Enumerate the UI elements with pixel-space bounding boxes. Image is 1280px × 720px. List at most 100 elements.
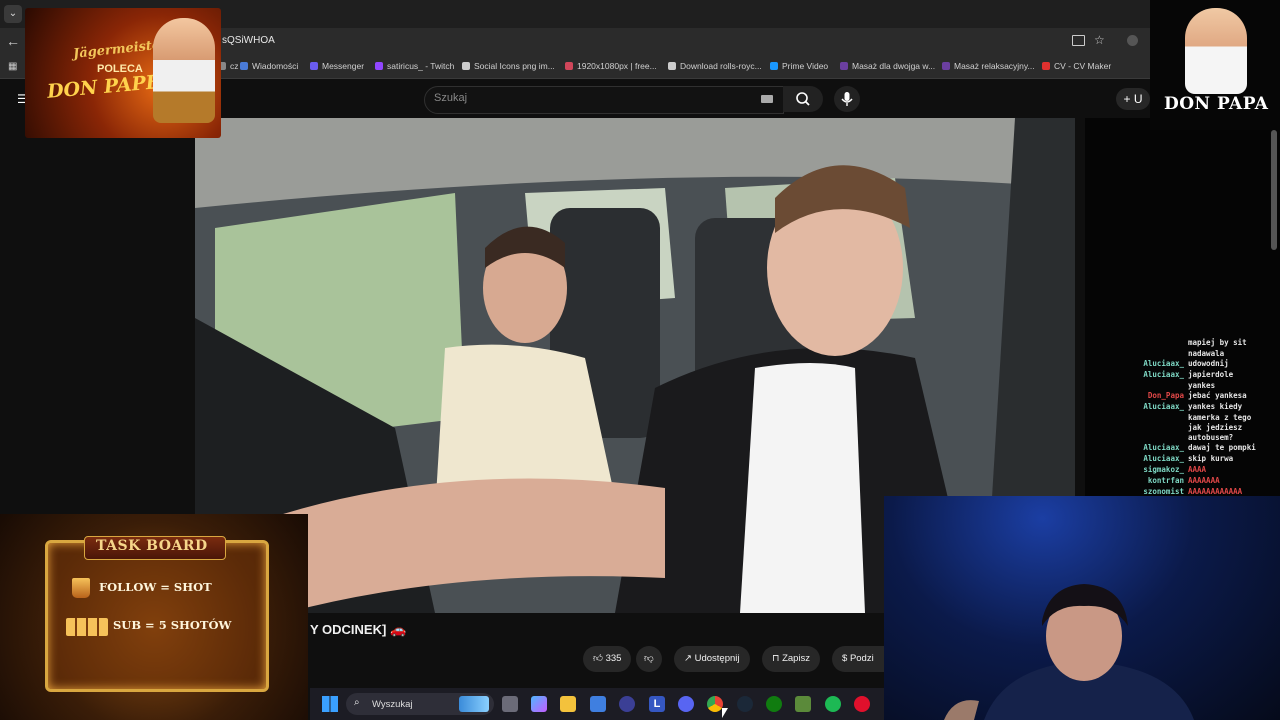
chat-message: yankes bbox=[1128, 381, 1215, 390]
bookmark-favicon-icon bbox=[770, 62, 778, 70]
dislike-button[interactable]: 👎︎ bbox=[636, 646, 662, 672]
promo-line2: DON PAPE bbox=[46, 71, 162, 103]
bookmark-item[interactable]: Social Icons png im... bbox=[462, 61, 555, 71]
task-view-icon[interactable] bbox=[502, 696, 518, 712]
voice-search-button[interactable] bbox=[834, 86, 860, 112]
chat-text: skip kurwa bbox=[1188, 454, 1234, 463]
like-count: 335 bbox=[605, 653, 622, 664]
chrome-icon[interactable] bbox=[707, 696, 723, 712]
chat-username[interactable]: Aluciaax_ bbox=[1128, 454, 1184, 463]
chat-username[interactable]: Aluciaax_ bbox=[1128, 443, 1184, 452]
chat-text: yankes kiedy bbox=[1188, 402, 1243, 411]
search-button[interactable] bbox=[783, 86, 823, 112]
bookmark-item[interactable]: Masaż relaksacyjny... bbox=[942, 61, 1035, 71]
sponsor-overlay: Jägermeister POLECA DON PAPE bbox=[25, 8, 221, 138]
bookmark-label: cz bbox=[230, 61, 239, 71]
save-button[interactable]: ⊓ Zapisz bbox=[762, 646, 821, 672]
chat-text: yankes bbox=[1188, 381, 1216, 390]
chat-message: Aluciaax_ udowodnij bbox=[1128, 359, 1229, 368]
chat-text: udowodnij bbox=[1188, 359, 1229, 368]
search-input[interactable] bbox=[424, 86, 784, 114]
chat-message: nadawala bbox=[1128, 349, 1224, 358]
more-label: Podzi bbox=[849, 653, 874, 664]
search-highlight-icon[interactable] bbox=[459, 696, 489, 712]
task-sub: SUB = 5 SHOTÓW bbox=[113, 618, 232, 632]
bookmark-label: satiricus_ - Twitch bbox=[387, 61, 455, 71]
channel-logo: DON PAPA bbox=[1150, 0, 1280, 130]
opera-icon[interactable] bbox=[854, 696, 870, 712]
bookmark-item[interactable]: Messenger bbox=[310, 61, 364, 71]
tab-search-button[interactable]: ⌄ bbox=[4, 5, 22, 23]
bookmark-favicon-icon bbox=[375, 62, 383, 70]
chat-username[interactable]: Don_Papa bbox=[1128, 391, 1184, 400]
back-arrow-icon[interactable]: ← bbox=[6, 33, 20, 49]
bookmark-label: Masaż dla dwojga w... bbox=[852, 61, 936, 71]
chat-text: AAAA bbox=[1188, 465, 1207, 474]
video-title: Y ODCINEK] 🚗 bbox=[310, 622, 406, 638]
chat-message: szonomist AAAAAAAAAAAA bbox=[1128, 487, 1242, 496]
share-button[interactable]: ↗ Udostępnij bbox=[674, 646, 750, 672]
vpn-icon[interactable] bbox=[619, 696, 635, 712]
spotify-icon[interactable] bbox=[825, 696, 841, 712]
steam-icon[interactable] bbox=[737, 696, 753, 712]
chat-text: kamerka z tego bbox=[1188, 413, 1252, 422]
bookmark-label: CV - CV Maker bbox=[1054, 61, 1112, 71]
bookmark-favicon-icon bbox=[942, 62, 950, 70]
search-placeholder: Szukaj bbox=[434, 92, 468, 104]
bookmark-favicon-icon bbox=[668, 62, 676, 70]
chat-username[interactable]: sigmakoz_ bbox=[1128, 465, 1184, 474]
chat-username[interactable]: Aluciaax_ bbox=[1128, 370, 1184, 379]
taskbar-search-icon: ⌕ bbox=[354, 697, 360, 708]
profile-icon[interactable] bbox=[1127, 35, 1138, 46]
install-app-icon[interactable] bbox=[1072, 35, 1085, 46]
apps-grid-icon[interactable]: ▦ bbox=[8, 61, 17, 72]
task-board-title: TASK BOARD bbox=[96, 538, 208, 554]
task-board-frame bbox=[45, 540, 269, 692]
share-label: Udostępnij bbox=[694, 653, 740, 664]
url-text[interactable]: sQSiWHOA bbox=[222, 35, 275, 46]
create-button[interactable]: + U bbox=[1116, 88, 1150, 110]
chat-message: autobusem? bbox=[1128, 433, 1233, 442]
chat-text: nadawala bbox=[1188, 349, 1225, 358]
chat-username[interactable]: szonomist bbox=[1128, 487, 1184, 496]
minecraft-icon[interactable] bbox=[795, 696, 811, 712]
page-scrollbar[interactable] bbox=[1271, 130, 1277, 250]
chat-username[interactable]: Aluciaax_ bbox=[1128, 402, 1184, 411]
bookmark-label: Download rolls-royc... bbox=[680, 61, 762, 71]
bookmark-favicon-icon bbox=[240, 62, 248, 70]
windows-start-icon[interactable] bbox=[322, 696, 338, 712]
chat-text: AAAAAAA bbox=[1188, 476, 1220, 485]
discord-icon[interactable] bbox=[678, 696, 694, 712]
search-icon bbox=[796, 92, 810, 106]
bookmark-item[interactable]: 1920x1080px | free... bbox=[565, 61, 657, 71]
task-follow: FOLLOW = SHOT bbox=[99, 580, 212, 594]
chat-username[interactable]: Aluciaax_ bbox=[1128, 359, 1184, 368]
car-emoji-icon: 🚗 bbox=[389, 622, 407, 637]
copilot-icon[interactable] bbox=[531, 696, 547, 712]
bookmark-item[interactable]: Download rolls-royc... bbox=[668, 61, 762, 71]
bookmark-icon: ⊓ bbox=[772, 653, 780, 664]
chat-message: sigmakoz_ AAAA bbox=[1128, 465, 1206, 474]
file-explorer-icon[interactable] bbox=[560, 696, 576, 712]
store-icon[interactable] bbox=[590, 696, 606, 712]
chat-text: japierdole bbox=[1188, 370, 1234, 379]
bookmark-favicon-icon bbox=[1042, 62, 1050, 70]
bookmark-favicon-icon bbox=[462, 62, 470, 70]
like-button[interactable]: 👍︎ 335 bbox=[583, 646, 632, 672]
bookmark-favicon-icon bbox=[840, 62, 848, 70]
launcher-l-icon[interactable]: L bbox=[649, 696, 665, 712]
mouse-cursor-icon bbox=[722, 708, 728, 718]
bookmark-item[interactable]: Masaż dla dwojga w... bbox=[840, 61, 935, 71]
keyboard-icon[interactable] bbox=[761, 95, 773, 103]
chat-username[interactable]: kontrfan bbox=[1128, 476, 1184, 485]
xbox-icon[interactable] bbox=[766, 696, 782, 712]
bookmark-item[interactable]: cz bbox=[218, 61, 239, 71]
bookmark-star-icon[interactable]: ☆ bbox=[1094, 33, 1105, 47]
mascot-image bbox=[153, 18, 215, 123]
bookmark-item[interactable]: Prime Video bbox=[770, 61, 828, 71]
bookmark-item[interactable]: CV - CV Maker bbox=[1042, 61, 1111, 71]
chat-text: autobusem? bbox=[1188, 433, 1234, 442]
bookmark-item[interactable]: satiricus_ - Twitch bbox=[375, 61, 454, 71]
bookmark-item[interactable]: Wiadomości bbox=[240, 61, 298, 71]
shot-glasses-icon bbox=[66, 618, 108, 636]
